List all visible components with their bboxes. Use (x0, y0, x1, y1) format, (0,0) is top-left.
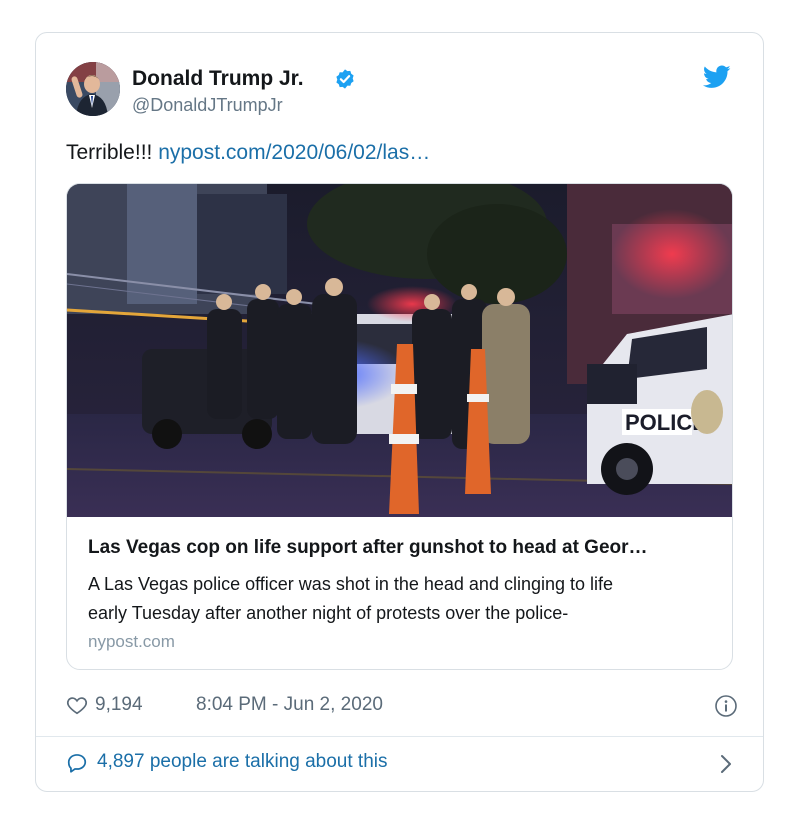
divider (36, 736, 763, 737)
article-domain: nypost.com (88, 632, 175, 651)
like-count[interactable]: 9,194 (95, 694, 143, 716)
author-handle[interactable]: @DonaldJTrumpJr (132, 95, 283, 116)
author-avatar[interactable] (66, 62, 120, 116)
embedded-tweet-card: Donald Trump Jr. @DonaldJTrumpJr Terribl… (35, 32, 764, 792)
link-preview-card[interactable]: POLICE Las Vegas cop on life support aft… (66, 183, 733, 670)
chevron-right-icon[interactable] (720, 754, 732, 774)
article-description-line: early Tuesday after another night of pro… (88, 603, 569, 623)
info-icon[interactable] (714, 694, 738, 718)
article-description: A Las Vegas police officer was shot in t… (88, 570, 718, 628)
article-photo[interactable]: POLICE (67, 184, 733, 517)
tweet-body: Terrible!!! (66, 141, 153, 164)
conversation-link[interactable]: 4,897 people are talking about this (66, 749, 736, 779)
talking-count-text[interactable]: 4,897 people are talking about this (97, 751, 388, 773)
author-name[interactable]: Donald Trump Jr. (132, 67, 304, 91)
article-title[interactable]: Las Vegas cop on life support after guns… (88, 537, 718, 559)
twitter-bird-icon[interactable] (703, 65, 731, 89)
tweet-timestamp[interactable]: 8:04 PM - Jun 2, 2020 (196, 694, 383, 716)
tweet-link[interactable]: nypost.com/2020/06/02/las… (158, 141, 430, 164)
tweet-meta-row: 9,194 8:04 PM - Jun 2, 2020 (66, 693, 738, 719)
verified-badge-icon (336, 69, 354, 89)
speech-bubble-icon (67, 754, 87, 773)
tweet-text: Terrible!!! nypost.com/2020/06/02/las… (66, 141, 430, 165)
article-description-line: A Las Vegas police officer was shot in t… (88, 574, 614, 594)
heart-icon[interactable] (66, 694, 88, 716)
